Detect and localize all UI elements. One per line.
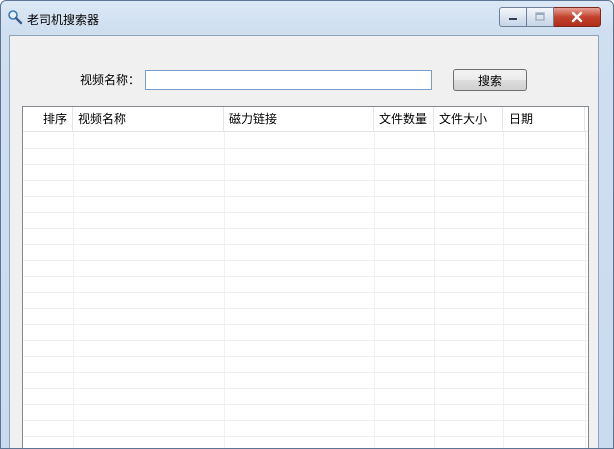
grid-line <box>23 404 588 405</box>
grid-line <box>23 244 588 245</box>
grid-line <box>23 196 588 197</box>
window-title: 老司机搜索器 <box>27 13 100 27</box>
grid-line <box>23 164 588 165</box>
column-header-magnet-link[interactable]: 磁力链接 <box>224 107 374 131</box>
column-header-order[interactable]: 排序 <box>23 107 73 131</box>
grid-line <box>23 180 588 181</box>
grid-line <box>23 292 588 293</box>
grid-line <box>23 324 588 325</box>
grid-line <box>23 308 588 309</box>
video-name-label: 视频名称： <box>80 73 141 87</box>
maximize-icon <box>527 8 553 26</box>
column-header-file-count[interactable]: 文件数量 <box>374 107 434 131</box>
grid-line <box>23 276 588 277</box>
grid-line <box>23 388 588 389</box>
search-icon <box>7 9 23 25</box>
grid-line <box>23 420 588 421</box>
video-name-input[interactable] <box>145 70 432 90</box>
app-window: 老司机搜索器 视频名称： 搜索 排序 视频名称 磁力链接 文件数量 文件大小 日… <box>0 0 614 449</box>
grid-line <box>23 228 588 229</box>
grid-line <box>23 212 588 213</box>
close-icon <box>554 8 600 26</box>
grid-line <box>23 356 588 357</box>
column-header-date[interactable]: 日期 <box>503 107 585 131</box>
results-list[interactable]: 排序 视频名称 磁力链接 文件数量 文件大小 日期 <box>22 106 589 448</box>
minimize-icon <box>500 8 526 26</box>
client-area: 视频名称： 搜索 排序 视频名称 磁力链接 文件数量 文件大小 日期 <box>9 35 599 448</box>
minimize-button[interactable] <box>499 7 527 27</box>
grid-line <box>23 260 588 261</box>
close-button[interactable] <box>554 7 601 27</box>
list-header: 排序 视频名称 磁力链接 文件数量 文件大小 日期 <box>23 107 588 132</box>
grid-line <box>23 340 588 341</box>
column-header-video-name[interactable]: 视频名称 <box>73 107 224 131</box>
grid-line <box>23 372 588 373</box>
title-bar[interactable]: 老司机搜索器 <box>1 1 613 35</box>
maximize-button[interactable] <box>527 7 554 27</box>
grid-line <box>23 436 588 437</box>
column-header-file-size[interactable]: 文件大小 <box>434 107 503 131</box>
grid-line <box>23 148 588 149</box>
search-button[interactable]: 搜索 <box>453 69 527 91</box>
